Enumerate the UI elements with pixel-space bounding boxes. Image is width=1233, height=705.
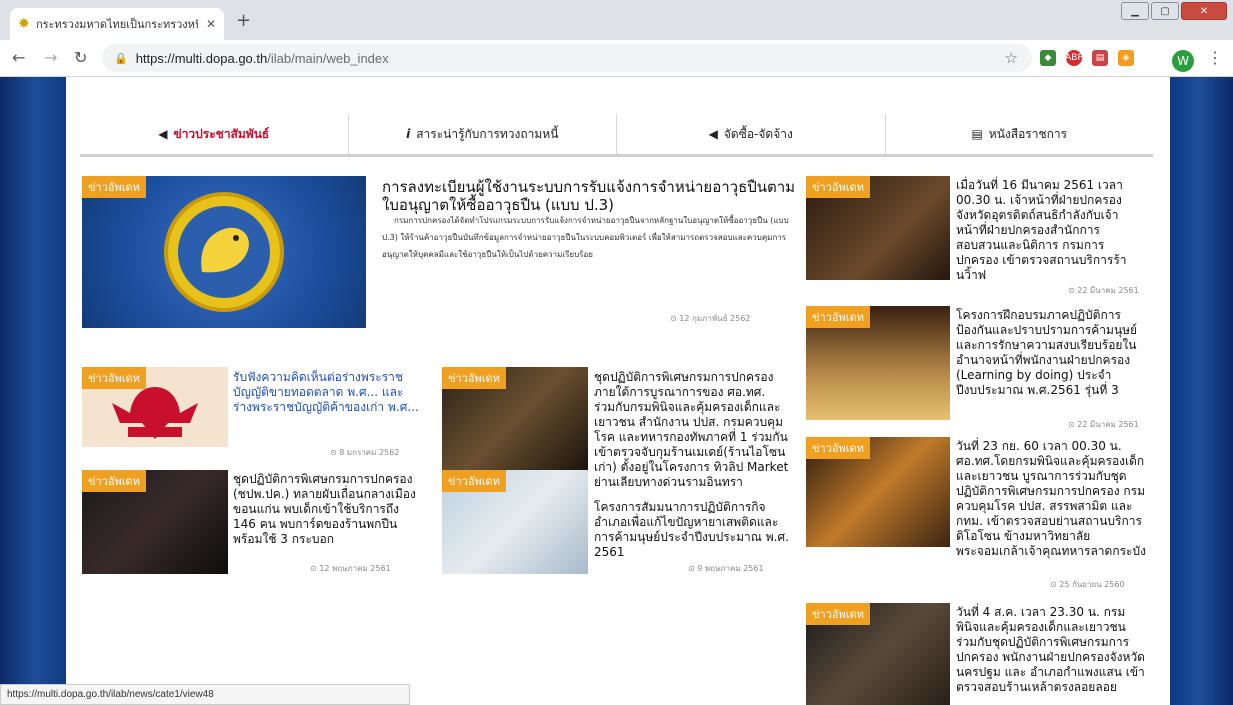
site-favicon-icon: ✸ <box>18 16 30 32</box>
maximize-button[interactable]: ▢ <box>1151 2 1179 20</box>
news-thumbnail[interactable]: ข่าวอัพเดท <box>806 437 950 547</box>
extensions: ◆ ABP ▤ ◈ <box>1040 50 1134 66</box>
news-date: ⊙ 8 มกราคม 2562 <box>330 448 400 457</box>
new-tab-icon[interactable]: + <box>236 10 251 31</box>
news-thumbnail[interactable]: ข่าวอัพเดท <box>442 367 588 471</box>
megaphone-icon: ◀ <box>158 127 168 141</box>
news-tag: ข่าวอัพเดท <box>442 470 506 492</box>
lock-icon: 🔒 <box>114 51 128 65</box>
url-text: https://multi.dopa.go.th/ilab/main/web_i… <box>135 50 389 66</box>
reload-icon[interactable]: ↻ <box>74 48 87 67</box>
news-tag: ข่าวอัพเดท <box>82 176 146 198</box>
news-headline[interactable]: รับฟังความคิดเห็นต่อร่างพระราชบัญญัติขาย… <box>233 370 419 415</box>
profile-avatar[interactable]: W <box>1172 50 1194 72</box>
news-thumbnail[interactable]: ข่าวอัพเดท <box>82 470 228 574</box>
news-thumbnail[interactable]: ข่าวอัพเดท <box>806 306 950 420</box>
news-headline[interactable]: เมื่อวันที่ 16 มีนาคม 2561 เวลา 00.30 น.… <box>956 178 1140 283</box>
info-icon: i <box>406 127 411 141</box>
url-input[interactable]: 🔒 https://multi.dopa.go.th/ilab/main/web… <box>102 44 1032 72</box>
close-window-button[interactable]: ✕ <box>1181 2 1227 20</box>
news-date: ⊙ 25 กันยายน 2560 <box>1050 580 1125 589</box>
megaphone-icon: ◀ <box>708 127 718 141</box>
close-tab-icon[interactable]: ✕ <box>206 17 216 31</box>
news-date: ⊙ 12 พฤษภาคม 2561 <box>310 564 391 573</box>
news-headline[interactable]: ชุดปฏิบัติการพิเศษกรมการปกครอง (ชปพ.ปค.)… <box>233 472 419 547</box>
news-tag: ข่าวอัพเดท <box>82 470 146 492</box>
address-bar-row: ← → ↻ 🔒 https://multi.dopa.go.th/ilab/ma… <box>0 40 1233 77</box>
news-headline[interactable]: ชุดปฏิบัติการพิเศษกรมการปกครอง ภายใต้การ… <box>594 370 790 496</box>
pdf-extension-icon[interactable]: ▤ <box>1092 50 1108 66</box>
menu-item-news[interactable]: ◀ ข่าวประชาสัมพันธ์ <box>80 114 349 154</box>
news-tag: ข่าวอัพเดท <box>806 306 870 328</box>
bookmark-star-icon[interactable]: ☆ <box>1005 49 1018 67</box>
menu-kebab-icon[interactable]: ⋮ <box>1207 48 1223 67</box>
back-icon[interactable]: ← <box>12 48 25 67</box>
news-tag: ข่าวอัพเดท <box>806 603 870 625</box>
news-thumbnail[interactable]: ข่าวอัพเดท <box>806 176 950 280</box>
forward-icon[interactable]: → <box>44 48 57 67</box>
news-headline[interactable]: วันที่ 4 ส.ค. เวลา 23.30 น. กรมพินิจและค… <box>956 605 1146 695</box>
news-thumbnail[interactable]: ข่าวอัพเดท <box>82 367 228 447</box>
news-thumbnail[interactable]: ข่าวอัพเดท <box>806 603 950 705</box>
news-tag: ข่าวอัพเดท <box>442 367 506 389</box>
menu-item-procurement[interactable]: ◀ จัดซื้อ-จัดจ้าง <box>617 114 886 154</box>
news-headline[interactable]: โครงการสัมมนาการปฏิบัติการกิจอำเภอเพื่อแ… <box>594 500 790 560</box>
news-tag: ข่าวอัพเดท <box>806 176 870 198</box>
category-menu: ◀ ข่าวประชาสัมพันธ์ i สาระน่ารู้กับการทว… <box>80 114 1153 157</box>
adblock-icon[interactable]: ABP <box>1065 50 1083 66</box>
extension-color-icon[interactable]: ◈ <box>1118 50 1134 66</box>
browser-tab-bar: ✸ กระทรวงมหาดไทยเป็นกระทรวงหนึ่งใ ✕ + ▁ … <box>0 0 1233 40</box>
menu-item-debt-info[interactable]: i สาระน่ารู้กับการทวงถามหนี้ <box>349 114 617 154</box>
menu-item-official-letters[interactable]: ▤ หนังสือราชการ <box>886 114 1154 154</box>
news-headline[interactable]: โครงการฝึกอบรมภาคปฏิบัติการป้องกันและปรา… <box>956 308 1146 398</box>
featured-date: ⊙ 12 กุมภาพันธ์ 2562 <box>670 314 751 323</box>
news-date: ⊙ 22 มีนาคม 2561 <box>1068 286 1139 295</box>
extension-leaf-icon[interactable]: ◆ <box>1040 50 1056 66</box>
news-tag: ข่าวอัพเดท <box>82 367 146 389</box>
news-date: ⊙ 22 มีนาคม 2561 <box>1068 420 1139 429</box>
book-icon: ▤ <box>971 127 983 141</box>
featured-headline[interactable]: การลงทะเบียนผู้ใช้งานระบบการรับแจ้งการจำ… <box>382 178 802 214</box>
news-headline[interactable]: วันที่ 23 กย. 60 เวลา 00.30 น. ศอ.ทศ.โดย… <box>956 439 1146 559</box>
featured-lede: กรมการปกครองได้จัดทำโปรแกรมระบบการรับแจ้… <box>382 216 789 259</box>
news-tag: ข่าวอัพเดท <box>806 437 870 459</box>
featured-image[interactable]: ข่าวอัพเดท <box>82 176 366 328</box>
window-controls: ▁ ▢ ✕ <box>1121 2 1227 20</box>
news-thumbnail[interactable]: ข่าวอัพเดท <box>442 470 588 574</box>
tab-title: กระทรวงมหาดไทยเป็นกระทรวงหนึ่งใ <box>36 18 198 31</box>
dopa-seal-icon <box>164 192 284 312</box>
minimize-button[interactable]: ▁ <box>1121 2 1149 20</box>
news-date: ⊙ 9 พฤษภาคม 2561 <box>688 564 764 573</box>
link-status-bar: https://multi.dopa.go.th/ilab/news/cate1… <box>0 684 410 705</box>
browser-tab[interactable]: ✸ กระทรวงมหาดไทยเป็นกระทรวงหนึ่งใ ✕ <box>10 8 224 40</box>
